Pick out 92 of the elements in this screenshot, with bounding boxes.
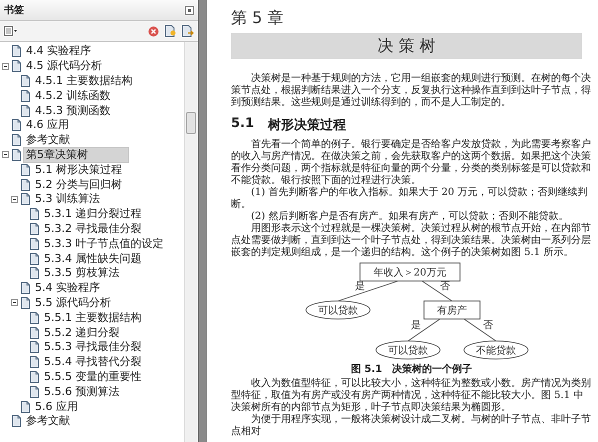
node-label: 有房产	[436, 306, 466, 316]
bookmark-item[interactable]: 4.5.1 主要数据结构	[33, 74, 134, 88]
bookmark-item[interactable]: 4.5.2 训练函数	[33, 88, 112, 103]
edge-label: 否	[440, 281, 450, 292]
edge-label: 否	[482, 320, 492, 331]
bookmark-item[interactable]: 5.3 训练算法	[33, 192, 102, 206]
bookmark-item[interactable]: 5.3.1 递归分裂过程	[42, 207, 144, 222]
body-paragraph: (2) 然后判断客户是否有房产。如果有房产，可以贷款；否则不能贷款。	[250, 211, 570, 222]
bookmark-icon	[30, 222, 39, 235]
bookmark-icon	[30, 326, 39, 339]
body-paragraph: 为便于用程序实现，一般将决策树设计成二叉树。与树的叶子节点、非叶子节点相对	[231, 414, 592, 438]
bookmark-icon	[30, 238, 39, 250]
bookmark-item[interactable]: 参考文献	[24, 414, 72, 428]
section-number: 5.1	[231, 116, 254, 133]
edge-label: 是	[354, 281, 364, 292]
node-label: 不能贷款	[476, 346, 516, 356]
node-label: 年收入＞20万元	[373, 268, 446, 278]
bookmark-item[interactable]: 5.5 源代码分析	[33, 296, 113, 310]
bookmark-icon	[21, 178, 30, 191]
edge-label: 是	[410, 320, 420, 331]
bookmark-item[interactable]: 5.6 应用	[33, 400, 80, 414]
bookmark-item[interactable]: 5.5.1 主要数据结构	[42, 310, 144, 325]
bookmark-icon	[12, 119, 21, 132]
bookmark-icon	[30, 267, 39, 280]
scrollbar[interactable]	[184, 42, 198, 442]
connector-line	[421, 280, 452, 302]
body-paragraph: 首先看一个简单的例子。银行要确定是否给客户发放贷款，为此需要考察客户的收入与房产情况。在做决策之前，会先获取客户的这两个数据。如果把这个决策看作分类问题，两个指标就是特征向量的两个分量，分类的类别标签是可以贷款和不能贷款。银行按照下面的过程进行决策。	[231, 139, 592, 186]
bookmark-item[interactable]: 5.4 实验程序	[33, 281, 102, 296]
decision-node	[423, 300, 480, 320]
bookmark-icon	[12, 134, 21, 146]
bookmark-item[interactable]: 5.3.3 叶子节点值的设定	[42, 236, 166, 251]
bookmark-icon	[30, 370, 39, 383]
bookmark-icon	[12, 415, 21, 428]
bookmark-item[interactable]: 5.3.5 剪枝算法	[42, 266, 122, 280]
panel-title: 书签	[4, 4, 24, 17]
bookmark-icon	[12, 60, 21, 72]
bookmark-item[interactable]: 4.4 实验程序	[24, 44, 93, 58]
bookmark-icon	[21, 296, 30, 309]
body-paragraph: 决策树是一种基于规则的方法，它用一组嵌套的规则进行预测。在树的每个决策节点处，根据判断结果进入一个分支，反复执行这种操作直到到达叶子节点，得到预测结果。这些规则是通过训练得到的，而不是人工制定的。	[231, 73, 592, 109]
collapse-toggle[interactable]	[11, 299, 18, 306]
bookmark-icon	[21, 104, 30, 117]
bookmark-icon	[21, 193, 30, 206]
bookmark-item[interactable]: 第5章决策树	[24, 148, 128, 162]
bookmark-icon	[21, 90, 30, 102]
bookmark-icon	[30, 208, 39, 220]
delete-icon[interactable]	[148, 26, 159, 36]
chapter-title: 决 策 树	[231, 33, 582, 59]
new-bookmark-icon[interactable]	[165, 25, 176, 37]
collapse-toggle[interactable]	[2, 151, 9, 158]
bookmark-icon	[12, 148, 21, 161]
bookmark-icon	[30, 252, 39, 265]
bookmark-item[interactable]: 4.6 应用	[24, 118, 71, 132]
chapter-label: 第 5 章	[231, 8, 284, 29]
bookmark-arrow-icon[interactable]	[182, 25, 194, 37]
options-menu-icon[interactable]	[4, 26, 18, 36]
bookmark-item[interactable]: 5.1 树形决策过程	[33, 162, 124, 177]
figure-caption: 图 5.1 决策树的一个例子	[350, 362, 472, 376]
section-title: 树形决策过程	[268, 117, 346, 134]
collapse-toggle[interactable]	[11, 196, 18, 203]
body-paragraph: 收入为数值型特征，可以比较大小，这种特征为整数或小数。房产情况为类别型特征，取值为有房产或没有房产两种情况，这种特征不能比较大小。图 5.1 中决策树所有的内部节点为矩形，叶子节点即决策结果为椭圆形。	[231, 378, 592, 414]
bookmark-icon	[21, 400, 30, 413]
bookmark-item[interactable]: 5.5.4 寻找替代分裂	[42, 355, 144, 370]
node-label: 可以贷款	[318, 306, 358, 316]
bookmark-item[interactable]: 参考文献	[24, 133, 72, 148]
bookmark-item[interactable]: 5.3.4 属性缺失问题	[42, 252, 144, 266]
bookmark-icon	[30, 386, 39, 398]
collapse-toggle[interactable]	[2, 62, 9, 70]
bookmark-icon	[21, 282, 30, 294]
leaf-node	[375, 340, 440, 360]
bookmark-icon	[30, 312, 39, 324]
bookmark-item[interactable]: 4.5.3 预测函数	[33, 104, 112, 118]
bookmark-item[interactable]: 4.5 源代码分析	[24, 59, 104, 74]
bookmark-item[interactable]: 5.5.3 寻找最佳分裂	[42, 340, 144, 354]
node-label: 可以贷款	[388, 346, 428, 356]
bookmark-icon	[30, 356, 39, 368]
connector-line	[463, 318, 496, 342]
bookmark-item[interactable]: 5.5.2 递归分裂	[42, 326, 122, 340]
bookmark-item[interactable]: 5.3.2 寻找最佳分裂	[42, 222, 144, 236]
bookmark-item[interactable]: 5.2 分类与回归树	[33, 178, 124, 192]
bookmark-item[interactable]: 5.5.6 预测算法	[42, 384, 122, 399]
connector-line	[337, 280, 398, 302]
body-paragraph: (1) 首先判断客户的年收入指标。如果大于 20 万元，可以贷款；否则继续判断。	[231, 187, 588, 210]
bookmark-icon	[21, 74, 30, 87]
bookmark-icon	[21, 164, 30, 176]
panel-close-icon[interactable]	[185, 6, 194, 14]
body-paragraph: 用图形表示这个过程就是一棵决策树。决策过程从树的根节点开始，在内部节点处需要做判断，直到到达一个叶子节点处，得到决策结果。决策树由一系列分层嵌套的判定规则组成，是一个递归的结构。这个例子的决策树如图 5.1 所示。	[231, 223, 592, 259]
leaf-node	[463, 340, 528, 360]
leaf-node	[305, 300, 370, 320]
connector-line	[407, 318, 440, 342]
bookmark-icon	[30, 341, 39, 354]
bookmark-icon	[12, 45, 21, 58]
bookmark-item[interactable]: 5.5.5 变量的重要性	[42, 370, 144, 384]
